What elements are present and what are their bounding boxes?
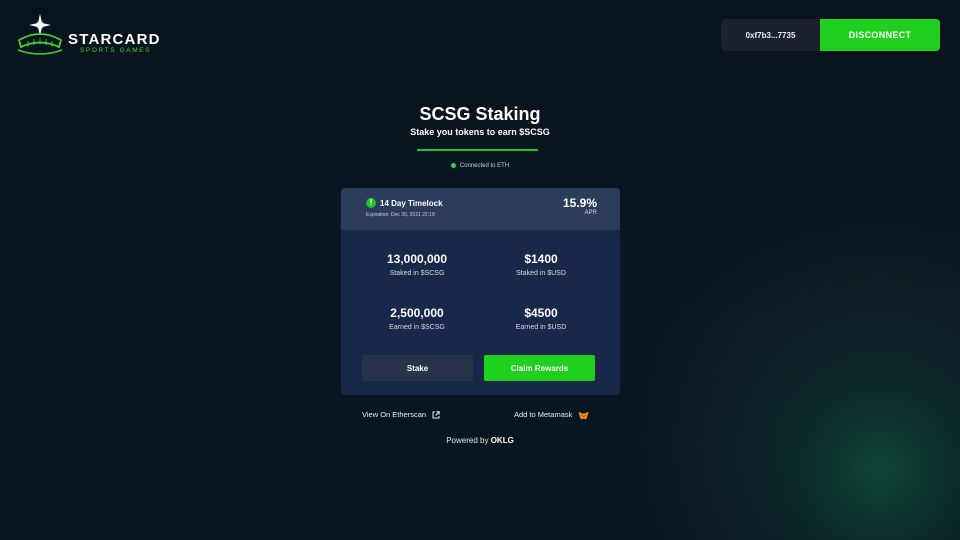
- stat-earned-scsg: 2,500,000 Earned in $SCSG: [354, 306, 480, 331]
- powered-by-brand[interactable]: OKLG: [491, 436, 514, 445]
- view-on-etherscan-link[interactable]: View On Etherscan: [362, 410, 440, 419]
- starcard-logo[interactable]: STARCARD SPORTS GAMES: [16, 14, 166, 58]
- page-title: SCSG Staking: [419, 104, 541, 124]
- info-icon[interactable]: !: [366, 198, 376, 208]
- logo-subtitle: SPORTS GAMES: [80, 47, 152, 54]
- page-subtitle: Stake you tokens to earn $SCSG: [410, 127, 550, 137]
- stat-earned-usd: $4500 Earned in $USD: [478, 306, 604, 331]
- metamask-link-label: Add to Metamask: [514, 410, 573, 419]
- disconnect-button[interactable]: DISCONNECT: [820, 19, 940, 51]
- stat-staked-usd: $1400 Staked in $USD: [478, 252, 604, 277]
- metamask-fox-icon: [578, 411, 589, 420]
- sparkle-star-icon: [29, 14, 51, 36]
- etherscan-link-label: View On Etherscan: [362, 410, 427, 419]
- stadium-icon: [17, 14, 63, 55]
- connection-status: Connected to ETH: [0, 163, 960, 169]
- expiration-text: Expiration: Dec 30, 2021 22:19: [366, 212, 435, 218]
- logo-title: STARCARD: [68, 31, 161, 48]
- timelock-label: 14 Day Timelock: [380, 199, 443, 208]
- claim-rewards-button[interactable]: Claim Rewards: [484, 355, 595, 381]
- stat-staked-scsg: 13,000,000 Staked in $SCSG: [354, 252, 480, 277]
- staking-card: ! 14 Day Timelock Expiration: Dec 30, 20…: [341, 188, 620, 395]
- add-to-metamask-link[interactable]: Add to Metamask: [514, 410, 589, 420]
- stake-button[interactable]: Stake: [362, 355, 473, 381]
- apr-value: 15.9%: [562, 196, 597, 210]
- connection-status-text: Connected to ETH: [459, 163, 510, 170]
- powered-by: Powered by OKLG: [0, 436, 960, 445]
- external-link-icon: [432, 411, 440, 419]
- powered-by-prefix: Powered by: [446, 436, 489, 445]
- stat-label: Earned in $SCSG: [389, 324, 445, 331]
- status-dot-icon: [450, 163, 456, 168]
- card-header: ! 14 Day Timelock Expiration: Dec 30, 20…: [341, 188, 620, 230]
- wallet-address[interactable]: 0xf7b3...7735: [721, 19, 820, 51]
- stat-label: Staked in $SCSG: [389, 270, 445, 277]
- stat-value: 13,000,000: [386, 252, 448, 266]
- title-underline: [417, 149, 538, 151]
- stat-label: Earned in $USD: [515, 324, 567, 331]
- stat-label: Staked in $USD: [516, 270, 566, 277]
- stat-value: $4500: [524, 306, 558, 320]
- apr-label: APR: [584, 210, 597, 216]
- stat-value: 2,500,000: [390, 306, 444, 320]
- stat-value: $1400: [524, 252, 558, 266]
